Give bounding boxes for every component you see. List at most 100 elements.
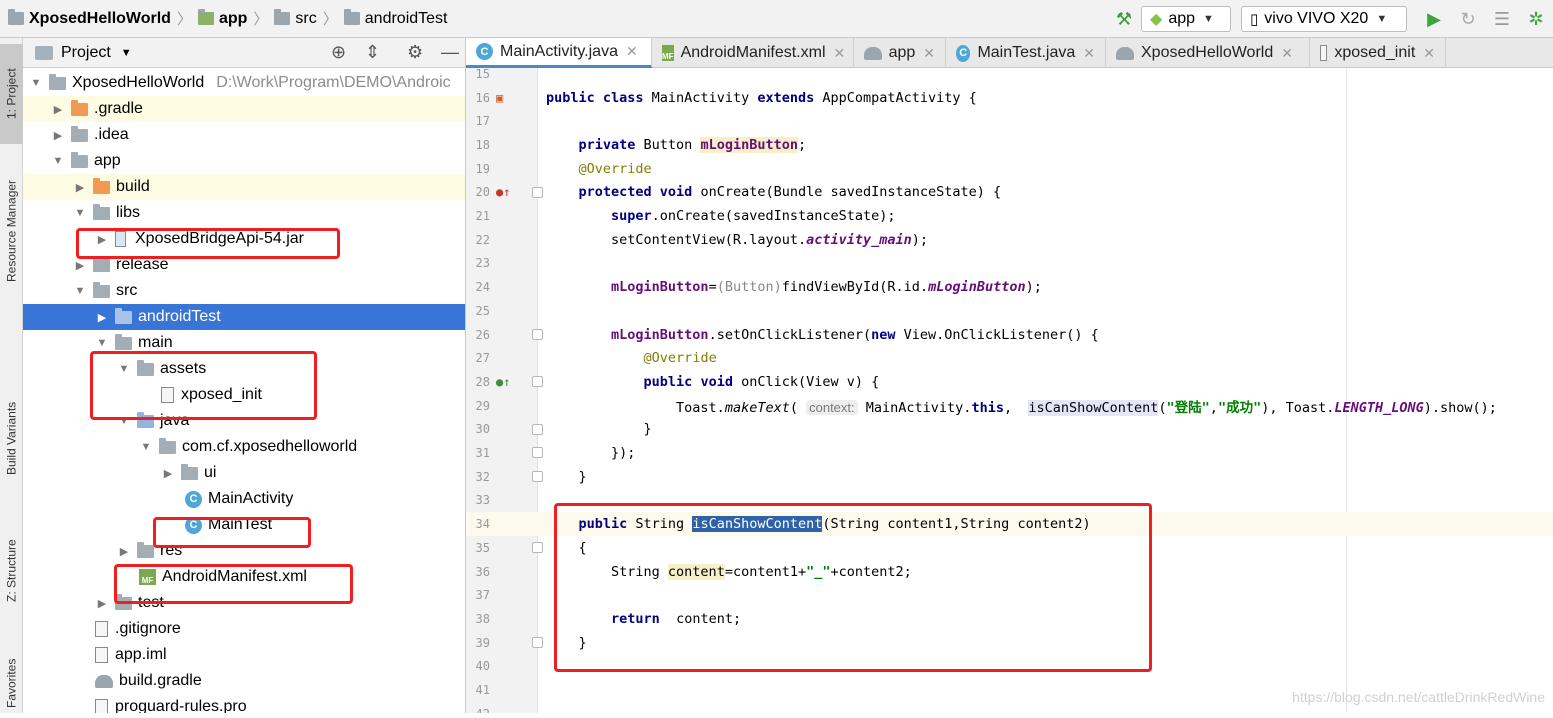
coverage-icon[interactable]: ☰ bbox=[1491, 8, 1513, 30]
collapsed-arrow-icon[interactable]: ▶ bbox=[95, 233, 109, 246]
fold-marker[interactable] bbox=[532, 542, 543, 553]
tree-item-ui[interactable]: ▶ ui bbox=[23, 460, 465, 486]
tab-resource-manager[interactable]: Resource Manager bbox=[0, 166, 23, 296]
breadcrumb-item-androidtest[interactable]: androidTest bbox=[365, 10, 448, 28]
fold-marker[interactable] bbox=[532, 423, 543, 435]
breadcrumb-item-app[interactable]: app bbox=[219, 10, 247, 28]
collapsed-arrow-icon[interactable]: ▶ bbox=[51, 129, 65, 142]
tree-item-app-iml[interactable]: app.iml bbox=[23, 642, 465, 668]
tree-item-proguard[interactable]: proguard-rules.pro bbox=[23, 694, 465, 713]
tree-item-release[interactable]: ▶ release bbox=[23, 252, 465, 278]
apply-changes-icon[interactable]: ↻ bbox=[1457, 8, 1479, 30]
tree-item-main[interactable]: ▼ main bbox=[23, 330, 465, 356]
expanded-arrow-icon[interactable]: ▼ bbox=[51, 155, 65, 167]
tab-mainactivity-java[interactable]: C MainActivity.java ✕ bbox=[466, 38, 652, 68]
tab-structure[interactable]: Z: Structure bbox=[0, 526, 23, 616]
iml-file-icon bbox=[95, 647, 108, 663]
code-line: 24 mLoginButton=(Button)findViewById(R.i… bbox=[475, 279, 1042, 296]
close-icon[interactable]: ✕ bbox=[923, 45, 935, 62]
expanded-arrow-icon[interactable]: ▼ bbox=[117, 415, 131, 427]
code-line: 20 ●↑ protected void onCreate(Bundle sav… bbox=[475, 184, 1002, 201]
debug-bug-icon[interactable]: ✲ bbox=[1525, 8, 1547, 30]
fold-marker[interactable] bbox=[532, 186, 543, 198]
breadcrumb-item-project[interactable]: XposedHelloWorld bbox=[29, 10, 171, 28]
tree-item-src[interactable]: ▼ src bbox=[23, 278, 465, 304]
tab-maintest-java[interactable]: C MainTest.java ✕ bbox=[946, 38, 1106, 68]
close-icon[interactable]: ✕ bbox=[1423, 45, 1435, 62]
tree-item-assets[interactable]: ▼ assets bbox=[23, 356, 465, 382]
implement-marker-icon[interactable]: ●↑ bbox=[496, 375, 510, 389]
close-icon[interactable]: ✕ bbox=[1083, 45, 1095, 62]
tab-xposed-init[interactable]: xposed_init ✕ bbox=[1310, 38, 1446, 68]
tree-item-build[interactable]: ▶ build bbox=[23, 174, 465, 200]
target-locate-icon[interactable]: ⊕ bbox=[331, 42, 346, 63]
code-line: 22 setContentView(R.layout.activity_main… bbox=[475, 231, 929, 248]
tree-item-maintest[interactable]: C MainTest bbox=[23, 512, 465, 538]
project-view-select[interactable]: Project bbox=[61, 44, 111, 62]
collapsed-arrow-icon[interactable]: ▶ bbox=[161, 467, 175, 480]
close-icon[interactable]: ✕ bbox=[1281, 45, 1293, 62]
layout-preview-icon[interactable]: ▣ bbox=[496, 91, 503, 105]
tree-item-app[interactable]: ▼ app bbox=[23, 148, 465, 174]
chevron-down-icon[interactable]: ▼ bbox=[121, 47, 132, 59]
tab-build-variants[interactable]: Build Variants bbox=[0, 388, 23, 488]
tree-item-build-gradle[interactable]: build.gradle bbox=[23, 668, 465, 694]
collapsed-arrow-icon[interactable]: ▶ bbox=[95, 311, 109, 324]
tree-item-gradle[interactable]: ▶ .gradle bbox=[23, 96, 465, 122]
tab-xposedhelloworld[interactable]: XposedHelloWorld ✕ bbox=[1106, 38, 1310, 68]
close-icon[interactable]: ✕ bbox=[834, 45, 846, 62]
gear-icon[interactable]: ⚙ bbox=[407, 42, 423, 63]
collapsed-arrow-icon[interactable]: ▶ bbox=[95, 597, 109, 610]
fold-marker[interactable] bbox=[532, 328, 543, 340]
code-line: 19 @Override bbox=[475, 160, 652, 177]
expanded-arrow-icon[interactable]: ▼ bbox=[29, 77, 43, 89]
tree-item-java[interactable]: ▼ java bbox=[23, 408, 465, 434]
tree-item-xposed-jar[interactable]: ▶ XposedBridgeApi-54.jar bbox=[23, 226, 465, 252]
fold-marker[interactable] bbox=[532, 470, 543, 482]
fold-marker[interactable] bbox=[532, 376, 543, 388]
expanded-arrow-icon[interactable]: ▼ bbox=[95, 337, 109, 349]
collapsed-arrow-icon[interactable]: ▶ bbox=[73, 181, 87, 194]
run-icon[interactable]: ▶ bbox=[1423, 8, 1445, 30]
tab-favorites[interactable]: Favorites bbox=[0, 648, 23, 718]
close-icon[interactable]: ✕ bbox=[626, 43, 638, 60]
package-icon bbox=[181, 463, 198, 480]
tree-item-manifest[interactable]: MF AndroidManifest.xml bbox=[23, 564, 465, 590]
tree-item-gitignore[interactable]: .gitignore bbox=[23, 616, 465, 642]
fold-marker[interactable] bbox=[532, 636, 543, 648]
expanded-arrow-icon[interactable]: ▼ bbox=[117, 363, 131, 375]
tab-androidmanifest-xml[interactable]: MF AndroidManifest.xml ✕ bbox=[652, 38, 854, 68]
tab-project[interactable]: 1: Project bbox=[0, 44, 23, 144]
tree-item-xposed-init[interactable]: xposed_init bbox=[23, 382, 465, 408]
code-line: 16 ▣ public class MainActivity extends A… bbox=[475, 89, 977, 106]
collapse-all-icon[interactable]: ⇕ bbox=[365, 42, 380, 63]
expanded-arrow-icon[interactable]: ▼ bbox=[139, 441, 153, 453]
tree-item-mainactivity[interactable]: C MainActivity bbox=[23, 486, 465, 512]
code-editor[interactable]: 15 16 ▣ public class MainActivity extend… bbox=[466, 68, 1553, 713]
tree-item-res[interactable]: ▶ res bbox=[23, 538, 465, 564]
device-select[interactable]: ▯ vivo VIVO X20 ▼ bbox=[1241, 6, 1407, 32]
code-line: 28 ●↑ public void onClick(View v) { bbox=[475, 373, 880, 390]
tree-item-idea[interactable]: ▶ .idea bbox=[23, 122, 465, 148]
tree-item-libs[interactable]: ▼ libs bbox=[23, 200, 465, 226]
chevron-down-icon: ▼ bbox=[1203, 13, 1214, 25]
folder-icon bbox=[115, 307, 132, 324]
tree-item-androidtest[interactable]: ▶ androidTest bbox=[23, 304, 465, 330]
project-panel: Project ▼ ⊕ ⇕ ⚙ — ▼ XposedHelloWorld D:\… bbox=[23, 38, 466, 713]
hammer-build-icon[interactable]: ⚒ bbox=[1113, 8, 1135, 30]
fold-marker[interactable] bbox=[532, 447, 543, 459]
collapsed-arrow-icon[interactable]: ▶ bbox=[73, 259, 87, 272]
tree-item-package[interactable]: ▼ com.cf.xposedhelloworld bbox=[23, 434, 465, 460]
code-line: 30 } bbox=[475, 421, 652, 438]
run-config-select[interactable]: ◆ app ▼ bbox=[1141, 6, 1231, 32]
tree-item-root[interactable]: ▼ XposedHelloWorld D:\Work\Program\DEMO\… bbox=[23, 70, 465, 96]
collapsed-arrow-icon[interactable]: ▶ bbox=[51, 103, 65, 116]
override-marker-icon[interactable]: ●↑ bbox=[496, 185, 510, 199]
collapsed-arrow-icon[interactable]: ▶ bbox=[117, 545, 131, 558]
breadcrumb-item-src[interactable]: src bbox=[295, 10, 316, 28]
expanded-arrow-icon[interactable]: ▼ bbox=[73, 207, 87, 219]
expanded-arrow-icon[interactable]: ▼ bbox=[73, 285, 87, 297]
tree-item-test[interactable]: ▶ test bbox=[23, 590, 465, 616]
minimize-icon[interactable]: — bbox=[441, 42, 459, 63]
tab-app[interactable]: app ✕ bbox=[854, 38, 946, 68]
